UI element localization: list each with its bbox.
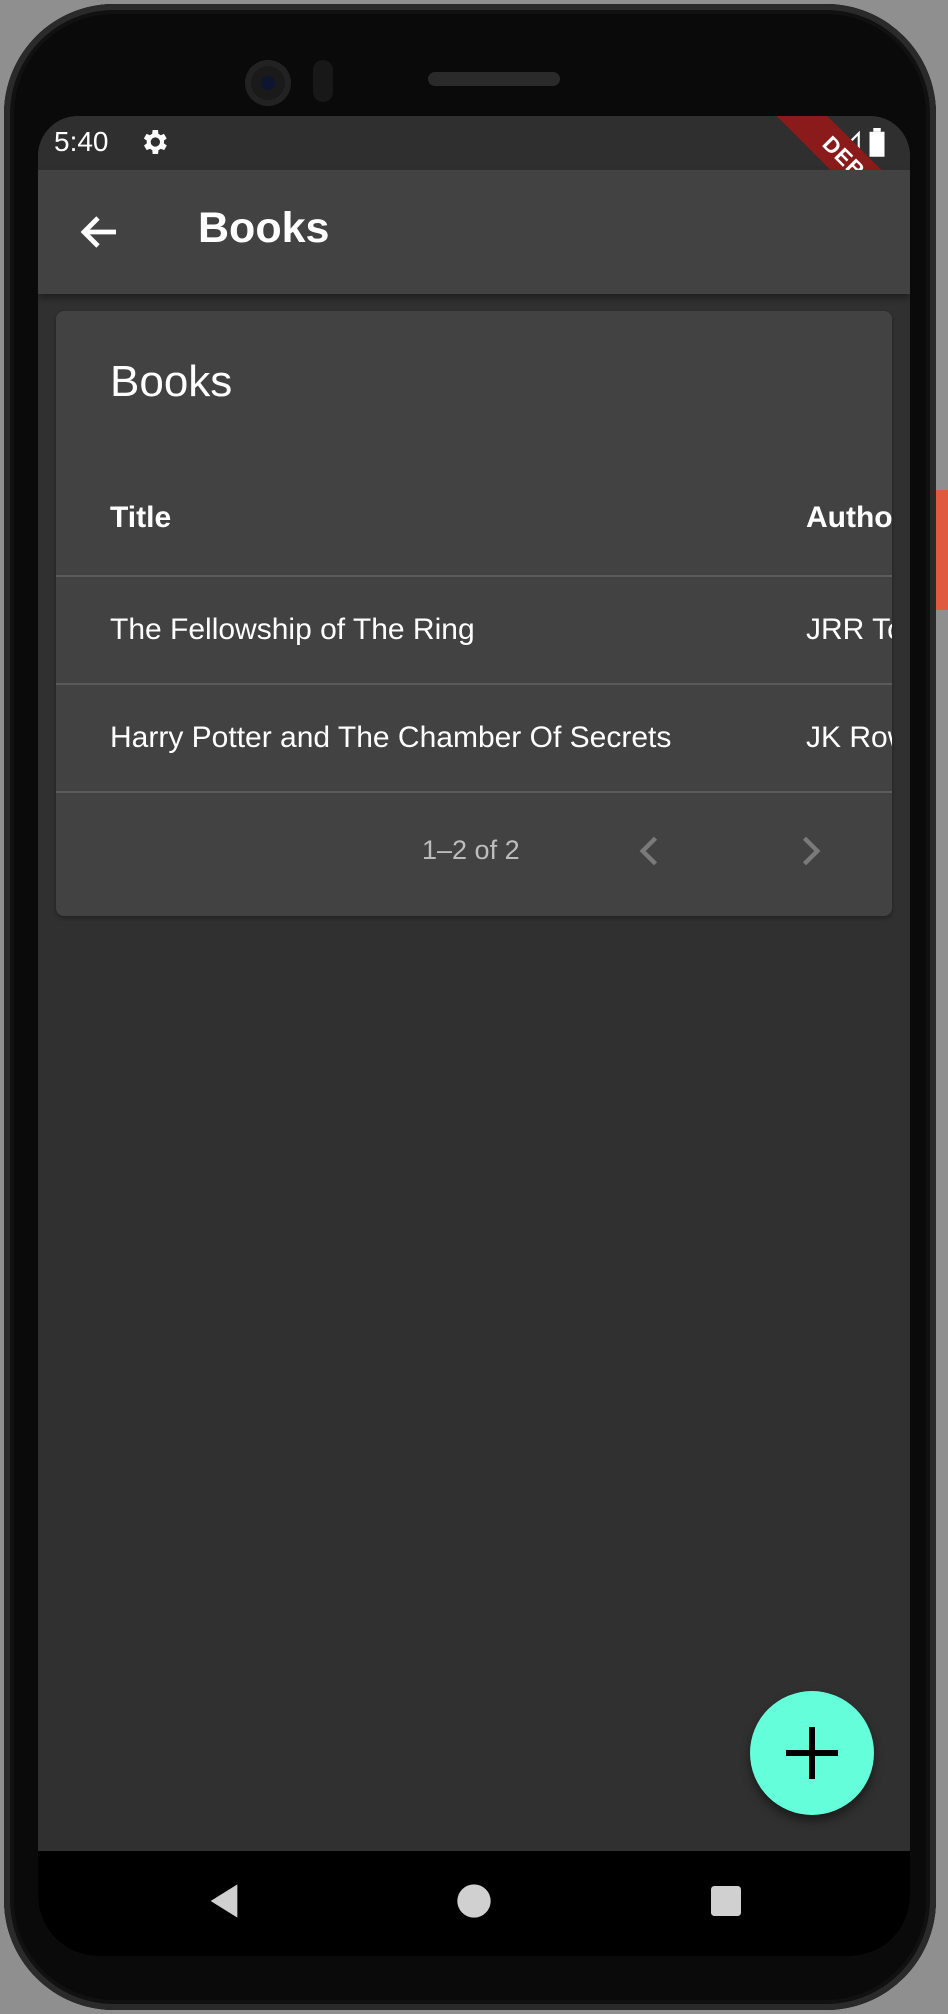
row-title: The Fellowship of The Ring <box>110 613 475 646</box>
row-title: Harry Potter and The Chamber Of Secrets <box>110 721 672 754</box>
chevron-right-icon[interactable] <box>788 829 832 873</box>
table-header: Title Author <box>56 461 892 577</box>
side-button <box>936 490 948 610</box>
books-table: Title Author The Fellowship of The Ring … <box>56 461 892 793</box>
battery-icon <box>869 128 885 157</box>
card-title: Books <box>110 357 233 406</box>
column-header-author[interactable]: Author <box>806 461 892 575</box>
column-header-title[interactable]: Title <box>110 461 171 575</box>
app-bar: Books <box>38 170 910 294</box>
earpiece-speaker <box>428 72 560 86</box>
pagination-label: 1–2 of 2 <box>422 835 520 865</box>
status-bar: 5:40 <box>38 116 910 170</box>
nav-home-icon[interactable] <box>454 1881 494 1921</box>
front-camera <box>245 60 291 106</box>
add-icon <box>786 1727 838 1779</box>
nav-recents-icon[interactable] <box>706 1881 746 1921</box>
back-arrow-icon[interactable] <box>76 208 124 256</box>
row-author: JK Rowling <box>806 721 892 754</box>
system-nav-bar <box>38 1851 910 1956</box>
books-card: Books Title Author The Fellowship of The… <box>56 311 892 916</box>
proximity-sensor <box>313 60 333 102</box>
gear-icon <box>143 130 167 154</box>
nav-back-icon[interactable] <box>204 1881 244 1921</box>
app-screen: 5:40 DEBUG Books Books Title Author The … <box>38 116 910 1956</box>
table-row[interactable]: The Fellowship of The Ring JRR Tolkien <box>56 577 892 685</box>
chevron-left-icon[interactable] <box>628 829 672 873</box>
table-row[interactable]: Harry Potter and The Chamber Of Secrets … <box>56 685 892 793</box>
page-title: Books <box>198 204 330 252</box>
row-author: JRR Tolkien <box>806 613 892 646</box>
add-book-button[interactable] <box>750 1691 874 1815</box>
pagination-bar: 1–2 of 2 <box>56 789 892 916</box>
status-time: 5:40 <box>54 126 109 157</box>
